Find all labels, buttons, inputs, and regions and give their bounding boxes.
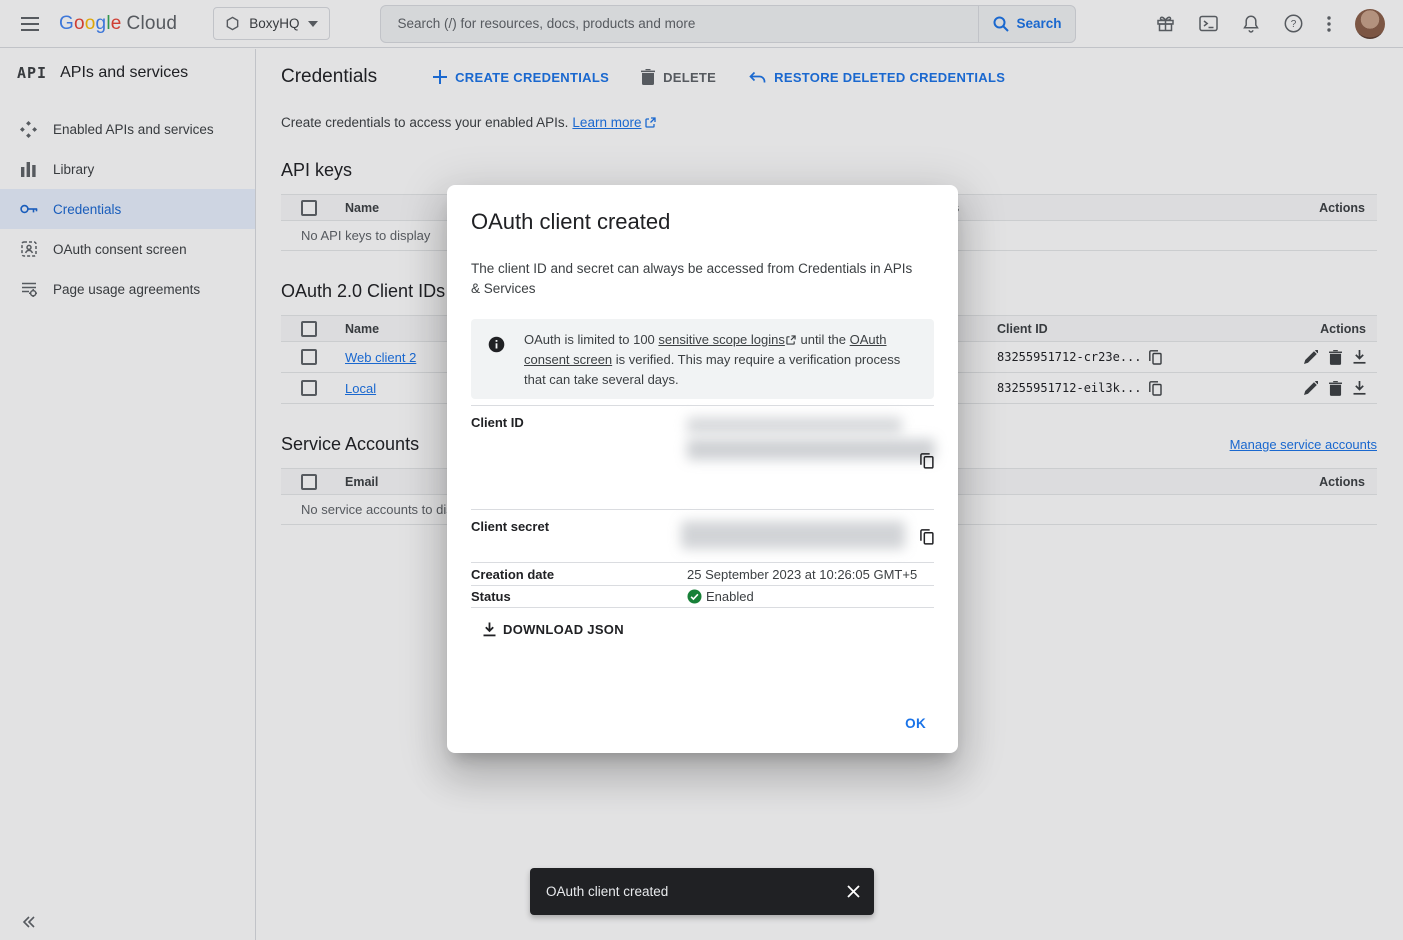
info-icon <box>488 336 505 390</box>
check-circle-icon <box>687 589 702 604</box>
oauth-client-created-dialog: OAuth client created The client ID and s… <box>447 185 958 753</box>
download-icon <box>483 622 496 637</box>
client-id-value <box>687 415 934 509</box>
client-id-label: Client ID <box>471 415 687 509</box>
client-secret-row: Client secret <box>471 509 934 562</box>
dialog-body-text: The client ID and secret can always be a… <box>471 259 923 299</box>
dialog-fields: Client ID Client secret Creation date 25… <box>471 405 934 608</box>
copy-client-secret-button[interactable] <box>920 529 934 545</box>
external-link-icon <box>786 335 796 345</box>
status-badge: Enabled <box>706 589 754 604</box>
client-secret-label: Client secret <box>471 519 687 562</box>
creation-date-label: Creation date <box>471 567 687 582</box>
snackbar-close-button[interactable] <box>847 885 860 898</box>
sensitive-scope-logins-link[interactable]: sensitive scope logins <box>658 332 796 347</box>
ok-button[interactable]: OK <box>899 710 932 737</box>
status-row: Status Enabled <box>471 585 934 608</box>
download-json-button[interactable]: DOWNLOAD JSON <box>483 622 624 637</box>
client-id-row: Client ID <box>471 405 934 509</box>
dialog-title: OAuth client created <box>471 209 934 235</box>
creation-date-row: Creation date 25 September 2023 at 10:26… <box>471 562 934 585</box>
client-secret-redacted <box>681 521 905 549</box>
status-label: Status <box>471 589 687 604</box>
snackbar-message: OAuth client created <box>530 884 668 899</box>
status-value: Enabled <box>687 589 934 604</box>
client-secret-value <box>687 519 934 562</box>
notice-text: OAuth is limited to 100 sensitive scope … <box>524 330 916 390</box>
snackbar: OAuth client created <box>530 868 874 915</box>
creation-date-value: 25 September 2023 at 10:26:05 GMT+5 <box>687 567 934 582</box>
oauth-limit-notice: OAuth is limited to 100 sensitive scope … <box>471 319 934 399</box>
copy-client-id-button[interactable] <box>920 453 934 469</box>
client-id-redacted <box>687 417 902 434</box>
client-id-redacted <box>687 439 935 460</box>
